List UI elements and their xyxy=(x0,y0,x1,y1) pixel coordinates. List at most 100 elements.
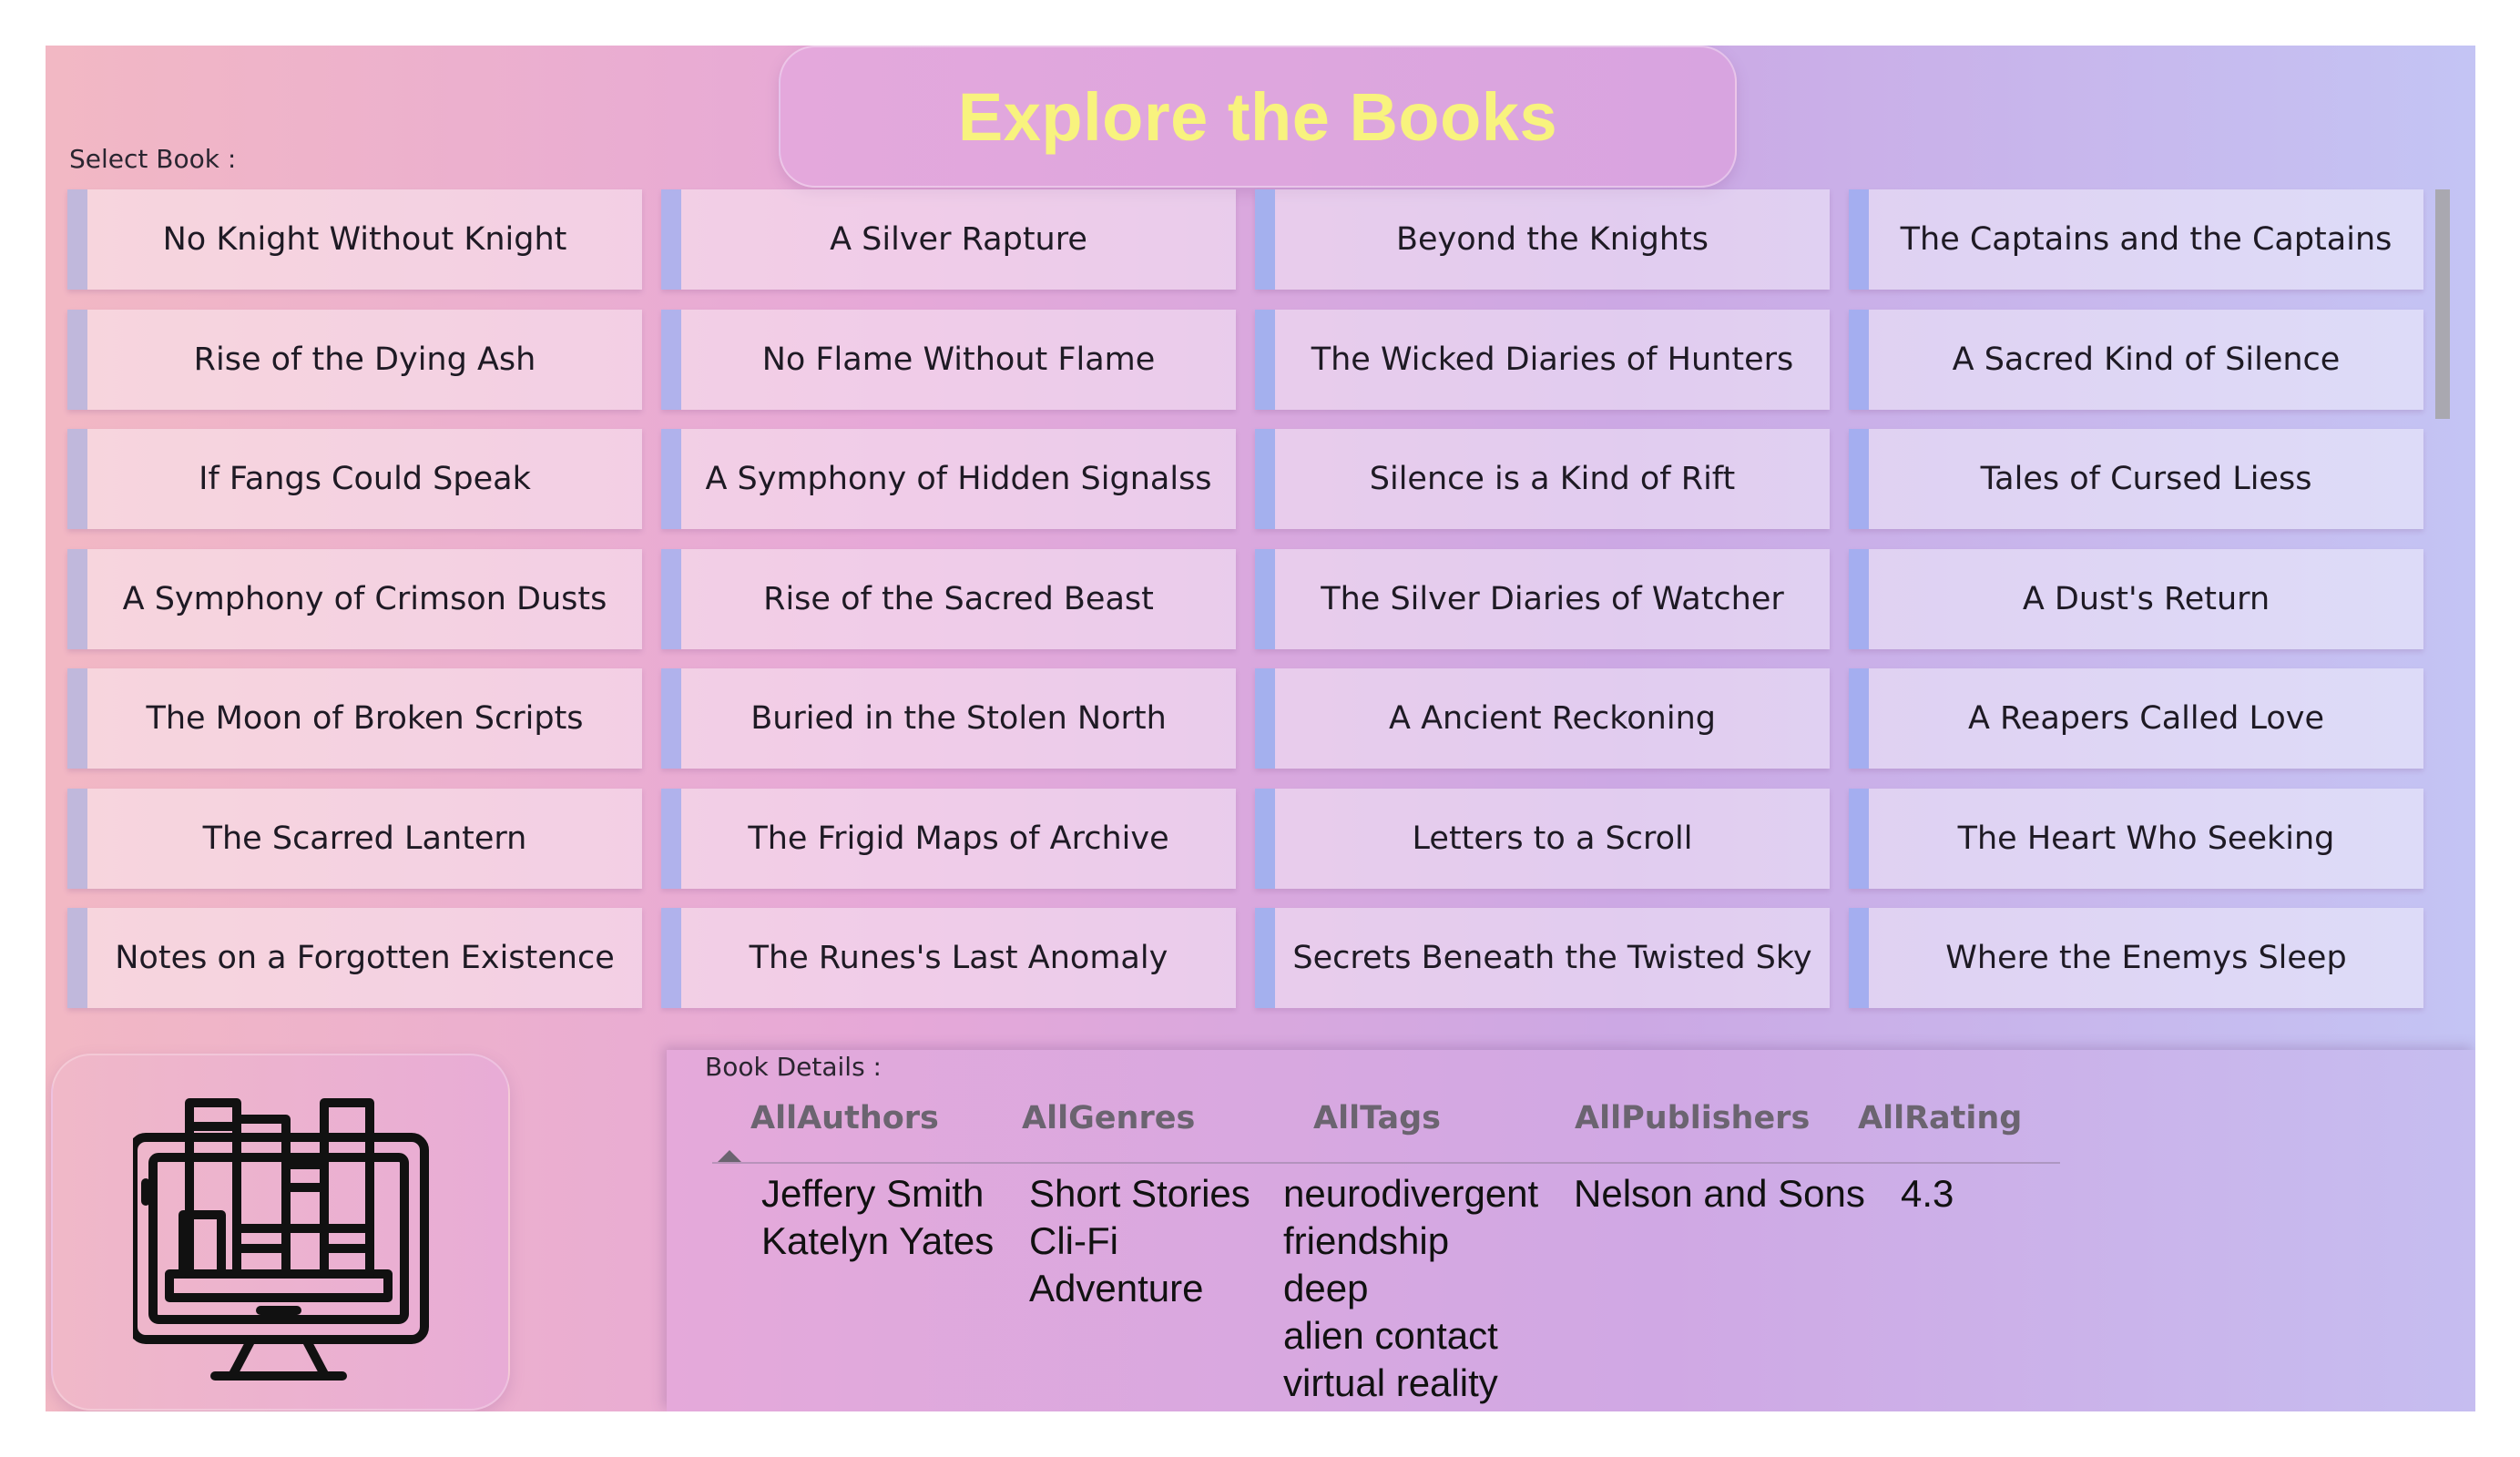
book-tile[interactable]: A Silver Rapture xyxy=(661,189,1236,290)
tile-accent-bar xyxy=(1255,189,1275,290)
book-tile[interactable]: The Scarred Lantern xyxy=(67,789,642,889)
book-tile[interactable]: Tales of Cursed Liess xyxy=(1849,429,2423,529)
tile-accent-bar xyxy=(1255,429,1275,529)
book-details-panel: Book Details : AllAuthors AllGenres AllT… xyxy=(667,1050,2475,1411)
book-tile[interactable]: Letters to a Scroll xyxy=(1255,789,1830,889)
title-banner: Explore the Books xyxy=(779,46,1737,188)
table-cell: 4.3 xyxy=(1901,1172,1954,1215)
book-title-label: A Reapers Called Love xyxy=(1967,700,2325,737)
tile-accent-bar xyxy=(1849,310,1869,410)
tile-accent-bar xyxy=(67,789,87,889)
book-tile[interactable]: A Symphony of Crimson Dusts xyxy=(67,549,642,649)
tile-accent-bar xyxy=(67,429,87,529)
book-tile[interactable]: The Moon of Broken Scripts xyxy=(67,668,642,769)
tags-column: neurodivergent friendship deep alien con… xyxy=(1283,1170,1538,1407)
column-header-authors[interactable]: AllAuthors xyxy=(750,1100,939,1136)
column-header-tags[interactable]: AllTags xyxy=(1313,1100,1441,1136)
book-tile[interactable]: The Runes's Last Anomaly xyxy=(661,908,1236,1008)
book-title-label: The Frigid Maps of Archive xyxy=(748,820,1169,857)
tile-accent-bar xyxy=(67,310,87,410)
book-list-scrollbar[interactable] xyxy=(2435,189,2450,419)
book-tile[interactable]: Beyond the Knights xyxy=(1255,189,1830,290)
book-tile[interactable]: Where the Enemys Sleep xyxy=(1849,908,2423,1008)
book-title-label: A Sacred Kind of Silence xyxy=(1952,341,2341,378)
book-title-label: The Silver Diaries of Watcher xyxy=(1321,581,1784,617)
tile-accent-bar xyxy=(1849,668,1869,769)
book-title-label: Beyond the Knights xyxy=(1396,221,1709,258)
authors-column: Jeffery Smith Katelyn Yates xyxy=(761,1170,994,1265)
book-tile[interactable]: A Sacred Kind of Silence xyxy=(1849,310,2423,410)
book-title-label: A Dust's Return xyxy=(2022,581,2270,617)
book-tile[interactable]: The Heart Who Seeking xyxy=(1849,789,2423,889)
tile-accent-bar xyxy=(1849,429,1869,529)
book-title-label: Where the Enemys Sleep xyxy=(1945,940,2347,976)
book-title-label: Rise of the Dying Ash xyxy=(193,341,536,378)
tile-accent-bar xyxy=(661,189,681,290)
book-details-label: Book Details : xyxy=(705,1052,882,1082)
book-title-label: A Ancient Reckoning xyxy=(1389,700,1716,737)
tile-accent-bar xyxy=(67,189,87,290)
table-cell: Nelson and Sons xyxy=(1574,1172,1865,1215)
book-tile[interactable]: A Reapers Called Love xyxy=(1849,668,2423,769)
books-on-monitor-icon xyxy=(133,1098,429,1381)
tile-accent-bar xyxy=(1849,549,1869,649)
tile-accent-bar xyxy=(1255,310,1275,410)
tile-accent-bar xyxy=(1849,908,1869,1008)
book-title-label: No Flame Without Flame xyxy=(761,341,1156,378)
tile-accent-bar xyxy=(1255,908,1275,1008)
book-tile[interactable]: Rise of the Dying Ash xyxy=(67,310,642,410)
table-cell: alien contact xyxy=(1283,1314,1498,1357)
sort-ascending-icon[interactable] xyxy=(718,1150,741,1162)
book-tile[interactable]: Buried in the Stolen North xyxy=(661,668,1236,769)
tile-accent-bar xyxy=(661,549,681,649)
book-title-label: A Symphony of Crimson Dusts xyxy=(122,581,607,617)
tile-accent-bar xyxy=(661,908,681,1008)
tile-accent-bar xyxy=(1849,789,1869,889)
book-tile[interactable]: Secrets Beneath the Twisted Sky xyxy=(1255,908,1830,1008)
table-cell: Katelyn Yates xyxy=(761,1219,995,1262)
tile-accent-bar xyxy=(67,668,87,769)
tile-accent-bar xyxy=(1255,789,1275,889)
column-header-publishers[interactable]: AllPublishers xyxy=(1575,1100,1810,1136)
book-title-label: Tales of Cursed Liess xyxy=(1980,461,2312,497)
page-title: Explore the Books xyxy=(957,78,1558,155)
table-cell: neurodivergent xyxy=(1283,1172,1539,1215)
book-title-label: The Scarred Lantern xyxy=(202,820,527,857)
book-tile[interactable]: If Fangs Could Speak xyxy=(67,429,642,529)
book-title-label: Silence is a Kind of Rift xyxy=(1369,461,1736,497)
tile-accent-bar xyxy=(661,429,681,529)
book-title-label: No Knight Without Knight xyxy=(162,221,567,258)
book-title-label: Rise of the Sacred Beast xyxy=(763,581,1154,617)
book-tile[interactable]: No Knight Without Knight xyxy=(67,189,642,290)
tile-accent-bar xyxy=(1849,189,1869,290)
book-title-label: Letters to a Scroll xyxy=(1412,820,1693,857)
book-tile[interactable]: The Wicked Diaries of Hunters xyxy=(1255,310,1830,410)
table-cell: Cli-Fi xyxy=(1029,1219,1118,1262)
header-divider xyxy=(712,1162,2060,1164)
book-tile[interactable]: A Symphony of Hidden Signalss xyxy=(661,429,1236,529)
book-tile[interactable]: Silence is a Kind of Rift xyxy=(1255,429,1830,529)
rating-column: 4.3 xyxy=(1901,1170,1954,1218)
tile-accent-bar xyxy=(661,789,681,889)
book-tile[interactable]: Notes on a Forgotten Existence xyxy=(67,908,642,1008)
book-tile[interactable]: A Dust's Return xyxy=(1849,549,2423,649)
tile-accent-bar xyxy=(67,549,87,649)
column-header-genres[interactable]: AllGenres xyxy=(1022,1100,1195,1136)
tile-accent-bar xyxy=(67,908,87,1008)
tile-accent-bar xyxy=(1255,549,1275,649)
book-title-label: The Wicked Diaries of Hunters xyxy=(1311,341,1794,378)
book-tile[interactable]: Rise of the Sacred Beast xyxy=(661,549,1236,649)
tile-accent-bar xyxy=(1255,668,1275,769)
column-header-rating[interactable]: AllRating xyxy=(1858,1100,2022,1136)
book-tile[interactable]: The Frigid Maps of Archive xyxy=(661,789,1236,889)
book-tile[interactable]: The Captains and the Captains xyxy=(1849,189,2423,290)
book-title-label: A Silver Rapture xyxy=(830,221,1087,258)
publishers-column: Nelson and Sons xyxy=(1574,1170,1865,1218)
book-title-label: Buried in the Stolen North xyxy=(750,700,1167,737)
book-slicer-grid: No Knight Without Knight A Silver Rapture… xyxy=(67,189,2475,1055)
book-tile[interactable]: The Silver Diaries of Watcher xyxy=(1255,549,1830,649)
genres-column: Short Stories Cli-Fi Adventure xyxy=(1029,1170,1250,1312)
table-cell: friendship xyxy=(1283,1219,1450,1262)
book-tile[interactable]: A Ancient Reckoning xyxy=(1255,668,1830,769)
book-tile[interactable]: No Flame Without Flame xyxy=(661,310,1236,410)
